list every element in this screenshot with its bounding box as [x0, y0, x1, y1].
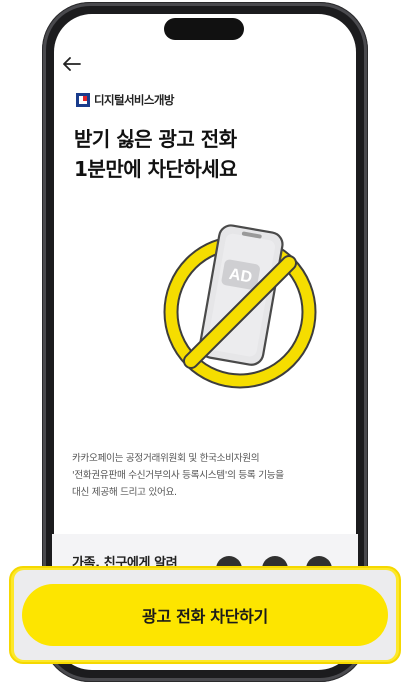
- back-button[interactable]: [58, 52, 86, 76]
- description-line-1: 카카오페이는 공정거래위원회 및 한국소비자원의: [72, 453, 260, 464]
- block-ad-calls-button[interactable]: 광고 전화 차단하기: [22, 584, 388, 646]
- dynamic-island: [164, 18, 244, 40]
- page-title: 받기 싫은 광고 전화 1분만에 차단하세요: [74, 124, 238, 184]
- no-ad-call-illustration: AD: [163, 224, 317, 389]
- description-line-3: 대신 제공해 드리고 있어요.: [72, 487, 177, 498]
- brand-name: 디지털서비스개방: [94, 93, 174, 107]
- description: 카카오페이는 공정거래위원회 및 한국소비자원의 '전화권유판매 수신거부의사 …: [72, 450, 340, 501]
- description-line-2: '전화권유판매 수신거부의사 등록시스템'의 등록 기능을: [72, 470, 284, 481]
- arrow-left-icon: [63, 57, 81, 71]
- title-line-2: 1분만에 차단하세요: [74, 157, 238, 181]
- brand-badge: 디지털서비스개방: [76, 92, 174, 108]
- title-line-1: 받기 싫은 광고 전화: [74, 127, 237, 151]
- brand-logo-icon: [76, 93, 90, 107]
